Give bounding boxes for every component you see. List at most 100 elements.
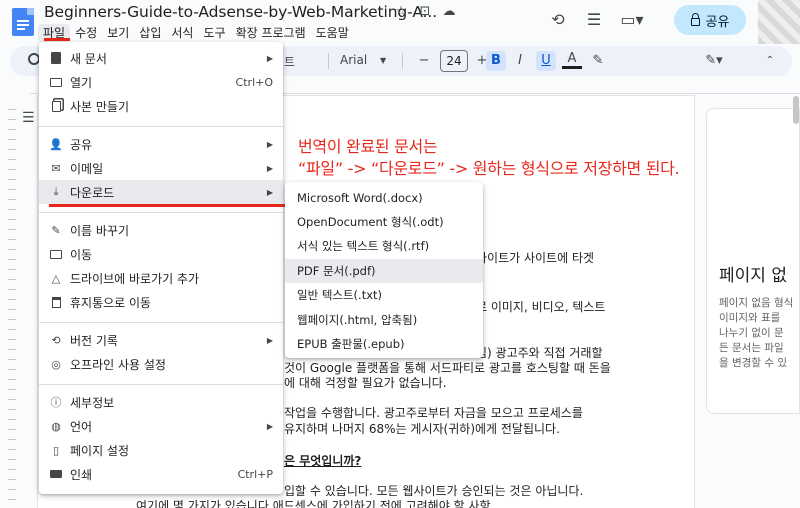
title-actions: ☆ ⊡ ☁: [392, 4, 458, 19]
shortcut-label: Ctrl+P: [237, 467, 273, 481]
menu-item-offline[interactable]: ◎ 오프라인 사용 설정: [39, 352, 283, 376]
document-scrollbar[interactable]: [792, 96, 800, 508]
download-odt[interactable]: OpenDocument 형식(.odt): [285, 210, 483, 234]
globe-icon: ◍: [51, 419, 61, 433]
doc-text-line: 로 이미지, 비디오, 텍스트: [476, 300, 606, 314]
google-docs-window: Beginners-Guide-to-Adsense-by-Web-Market…: [0, 0, 800, 508]
menu-item-language[interactable]: ◍ 언어 ▶: [39, 414, 283, 438]
page-setup-icon: ▯: [52, 443, 60, 457]
download-docx[interactable]: Microsoft Word(.docx): [285, 186, 483, 210]
menu-item-make-copy[interactable]: 사본 만들기: [39, 94, 283, 118]
document-outline-icon[interactable]: ☰: [22, 110, 35, 126]
menu-item-new-document[interactable]: 새 문서 ▶: [39, 46, 283, 70]
collapse-toolbar-icon[interactable]: ⌃: [760, 51, 780, 71]
menu-item-details[interactable]: ⓘ 세부정보: [39, 390, 283, 414]
menu-item-email[interactable]: ✉ 이메일 ▶: [39, 156, 283, 180]
new-doc-icon: [49, 51, 63, 65]
download-red-underline: [49, 204, 317, 207]
side-panel-text: 페이지 없음 형식: [719, 297, 794, 309]
move-to-folder-icon[interactable]: ⊡: [416, 4, 434, 19]
menu-item-share[interactable]: 👤 공유 ▶: [39, 132, 283, 156]
menu-item-move[interactable]: 이동: [39, 242, 283, 266]
menu-item-page-setup[interactable]: ▯ 페이지 설정: [39, 438, 283, 462]
submenu-arrow-icon: ▶: [266, 335, 273, 345]
vertical-ruler[interactable]: [0, 100, 16, 508]
share-button[interactable]: 공유: [674, 5, 746, 35]
download-pdf[interactable]: PDF 문서(.pdf): [285, 259, 483, 283]
download-submenu: Microsoft Word(.docx) OpenDocument 형식(.o…: [285, 182, 483, 358]
doc-text-line: 사이트가 사이트에 타겟: [476, 251, 595, 265]
font-size-input[interactable]: 24: [440, 50, 468, 72]
drive-shortcut-icon: △: [51, 271, 61, 285]
cloud-status-icon[interactable]: ☁: [440, 4, 458, 19]
comments-icon[interactable]: ☰: [576, 6, 612, 34]
side-panel-text: 을 변경할 수 있: [719, 357, 787, 369]
menu-tools[interactable]: 도구: [198, 24, 230, 42]
share-person-icon: 👤: [49, 137, 63, 151]
menu-format[interactable]: 서식: [166, 24, 198, 42]
submenu-arrow-icon: ▶: [266, 163, 273, 173]
side-panel-text: 이미지와 표를: [719, 312, 781, 324]
side-panel-text: 든 문서는 파일: [719, 342, 784, 354]
doc-text-line: 작업을 수행합니다. 광고주로부터 자금을 모으고 프로세스를: [284, 406, 583, 420]
underline-button[interactable]: U: [536, 51, 556, 71]
rename-icon: ✎: [51, 223, 61, 237]
open-folder-icon: [49, 75, 63, 89]
file-menu-underline: [44, 38, 70, 41]
move-folder-icon: [49, 247, 63, 261]
file-menu: 새 문서 ▶ 열기 Ctrl+O 사본 만들기 👤 공유 ▶ ✉ 이메일 ▶ ⤓…: [39, 42, 317, 494]
version-history-icon[interactable]: ⟲: [540, 6, 576, 34]
download-html[interactable]: 웹페이지(.html, 압축됨): [285, 308, 483, 332]
font-dropdown-arrow-icon[interactable]: ▼: [380, 56, 386, 65]
side-panel-title: 페이지 없: [719, 266, 787, 286]
decrease-font-size-button[interactable]: −: [414, 51, 434, 71]
download-epub[interactable]: EPUB 출판물(.epub): [285, 332, 483, 356]
menu-item-version-history[interactable]: ⟲ 버전 기록 ▶: [39, 328, 283, 352]
doc-text-line: 여기에 몇 가지가 있습니다 애드센스에 가입하기 전에 고려해야 할 사항: [136, 499, 491, 508]
bold-button[interactable]: B: [486, 51, 506, 71]
highlight-color-icon[interactable]: ✎: [588, 51, 608, 71]
doc-section-heading: 은 무엇입니까?: [284, 454, 362, 468]
download-rtf[interactable]: 서식 있는 텍스트 형식(.rtf): [285, 234, 483, 258]
email-icon: ✉: [51, 161, 61, 175]
menu-edit[interactable]: 수정: [70, 24, 102, 42]
star-icon[interactable]: ☆: [392, 4, 410, 19]
copy-icon: [49, 99, 63, 113]
menu-divider: [39, 212, 283, 213]
menu-divider: [39, 384, 283, 385]
menu-item-download[interactable]: ⤓ 다운로드 ▶: [39, 180, 283, 204]
offline-icon: ◎: [51, 357, 61, 371]
scrollbar-thumb[interactable]: [793, 96, 799, 124]
docs-logo-icon[interactable]: [12, 8, 34, 36]
menu-item-add-shortcut[interactable]: △ 드라이브에 바로가기 추가: [39, 266, 283, 290]
menu-item-open[interactable]: 열기 Ctrl+O: [39, 70, 283, 94]
submenu-arrow-icon: ▶: [266, 139, 273, 149]
lock-icon: [690, 13, 700, 26]
avatar[interactable]: [758, 0, 800, 44]
history-icon: ⟲: [51, 333, 61, 347]
menu-extensions[interactable]: 확장 프로그램: [231, 24, 311, 42]
menu-insert[interactable]: 삽입: [134, 24, 166, 42]
text-color-button[interactable]: A: [562, 51, 582, 69]
download-txt[interactable]: 일반 텍스트(.txt): [285, 283, 483, 307]
submenu-arrow-icon: ▶: [266, 421, 273, 431]
menu-item-trash[interactable]: 휴지통으로 이동: [39, 290, 283, 314]
editing-mode-icon[interactable]: ✎▾: [704, 51, 724, 71]
menu-view[interactable]: 보기: [102, 24, 134, 42]
document-title[interactable]: Beginners-Guide-to-Adsense-by-Web-Market…: [44, 3, 437, 21]
menu-item-print[interactable]: 인쇄 Ctrl+P: [39, 462, 283, 486]
header-actions: ⟲ ☰ ▭▾: [540, 6, 652, 34]
italic-button[interactable]: I: [510, 51, 530, 71]
font-family-dropdown[interactable]: Arial: [340, 53, 367, 67]
doc-text-line: 유지하며 나머지 68%는 게시자(귀하)에게 전달됩니다.: [284, 422, 560, 436]
shortcut-label: Ctrl+O: [235, 75, 273, 89]
menu-item-rename[interactable]: ✎ 이름 바꾸기: [39, 218, 283, 242]
toolbar-divider: [402, 53, 403, 69]
trash-icon: [49, 295, 63, 309]
menu-help[interactable]: 도움말: [311, 24, 354, 42]
style-dropdown[interactable]: 트: [284, 53, 295, 70]
download-icon: ⤓: [53, 185, 59, 198]
share-button-label: 공유: [705, 14, 730, 30]
submenu-arrow-icon: ▶: [266, 187, 273, 197]
meet-camera-icon[interactable]: ▭▾: [612, 6, 652, 34]
